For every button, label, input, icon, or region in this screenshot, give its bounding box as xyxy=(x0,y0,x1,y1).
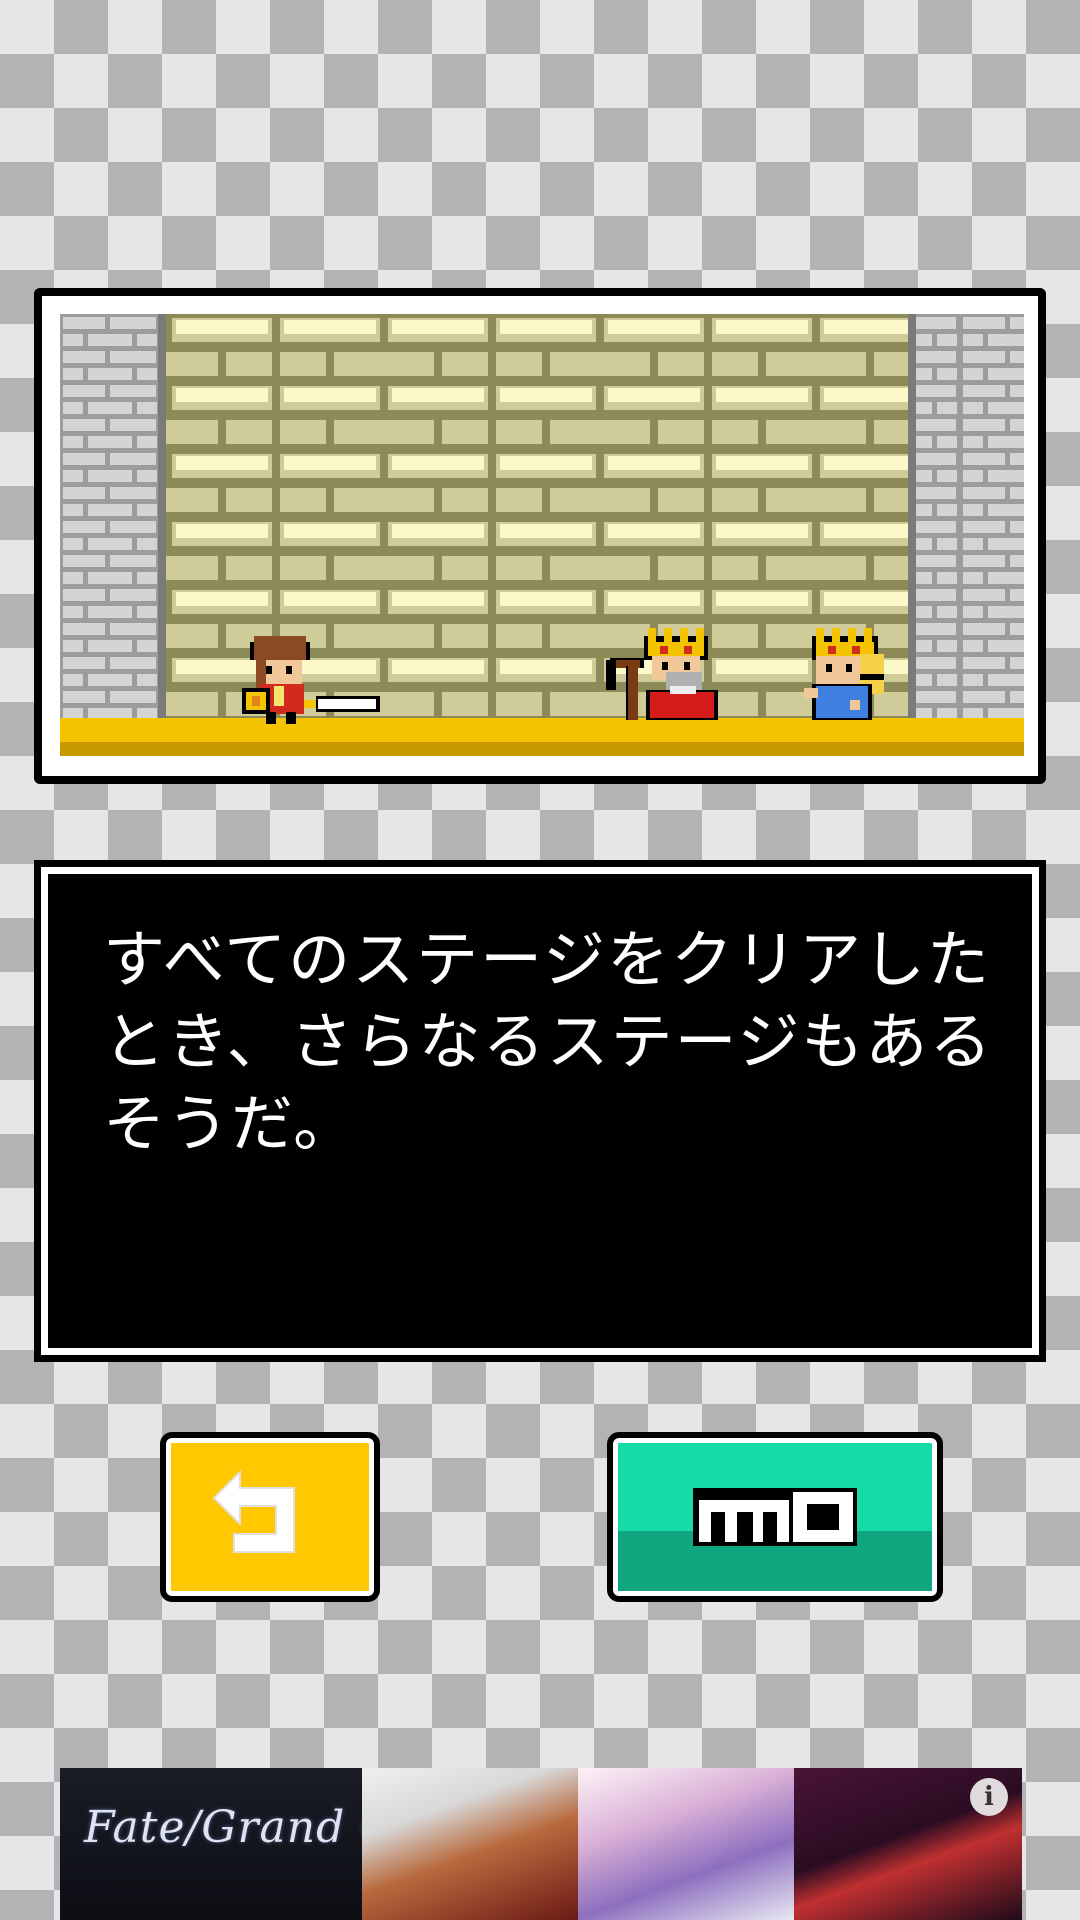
princess-sprite xyxy=(804,628,884,720)
back-button[interactable] xyxy=(160,1432,380,1602)
key-button[interactable] xyxy=(607,1432,943,1602)
ad-banner[interactable]: Fate/Grand Order i xyxy=(60,1768,1022,1920)
castle-scene-art xyxy=(60,314,1024,756)
message-text: すべてのステージをクリアした とき、さらなるステージもある そうだ。 xyxy=(103,923,994,1160)
scene-panel xyxy=(34,288,1046,784)
info-icon[interactable]: i xyxy=(970,1778,1008,1816)
ad-character-1 xyxy=(362,1768,578,1920)
castle-scene xyxy=(60,314,1024,756)
ad-character-2 xyxy=(578,1768,794,1920)
message-box: すべてのステージをクリアした とき、さらなるステージもある そうだ。 xyxy=(34,860,1046,1362)
